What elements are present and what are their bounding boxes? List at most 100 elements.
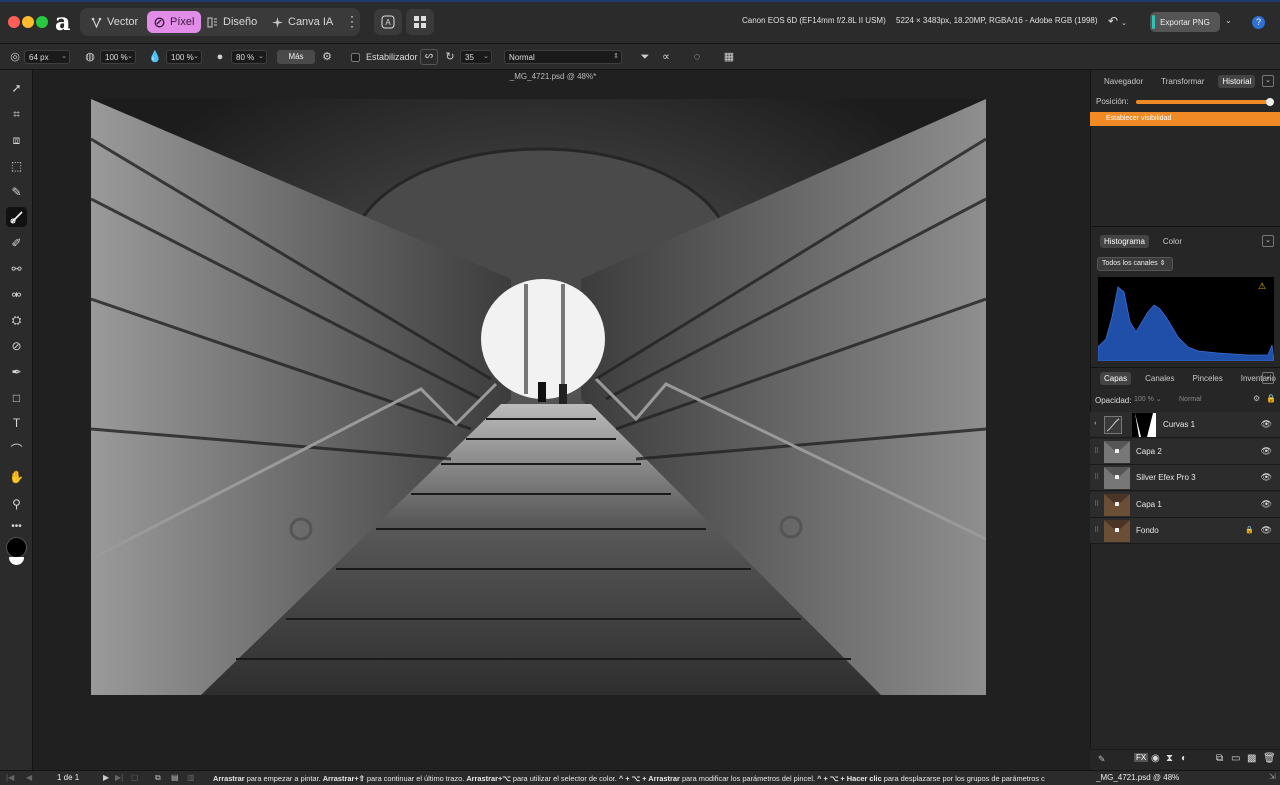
more-options-icon[interactable]: ⋮: [345, 13, 359, 31]
export-png-button[interactable]: Exportar PNG: [1150, 12, 1220, 32]
lock-icon[interactable]: 🔒: [1266, 394, 1276, 403]
artboard-tool-icon[interactable]: ⧈: [6, 130, 27, 150]
eye-icon[interactable]: 👁: [1261, 499, 1272, 510]
tab-historial[interactable]: Historial: [1218, 74, 1256, 88]
close-window-button[interactable]: [8, 16, 20, 28]
zoom-tool-icon[interactable]: ⚲: [6, 494, 27, 514]
eye-icon[interactable]: 👁: [1261, 525, 1272, 536]
tab-navegador[interactable]: Navegador: [1100, 75, 1147, 88]
drag-handle-icon[interactable]: ⠿: [1094, 500, 1099, 508]
opacity-field[interactable]: 100 % ⌄: [100, 50, 136, 64]
move-tool-icon[interactable]: ➚: [6, 78, 27, 98]
layer-settings-icon[interactable]: ⚙: [1253, 394, 1260, 403]
page-view-icon-3[interactable]: ▥: [187, 773, 195, 782]
paint-brush-tool-icon[interactable]: [6, 207, 27, 227]
pixel-layer-icon[interactable]: ▩: [1247, 753, 1256, 764]
pen-tool-icon[interactable]: ✒: [6, 362, 27, 382]
layers-collapse-icon[interactable]: ⌄: [1262, 372, 1274, 384]
persona-canva-ai[interactable]: Canva IA: [265, 11, 340, 33]
undo-icon[interactable]: ↶ ⌄: [1108, 14, 1127, 28]
next-page-icon[interactable]: ▶: [103, 773, 109, 782]
layer-visibility-dot[interactable]: ◐: [1094, 420, 1098, 427]
flow-field[interactable]: 100 % ⌄: [166, 50, 202, 64]
mask-icon[interactable]: ◉: [1151, 753, 1160, 764]
history-entry-selected[interactable]: Establecer visibilidad: [1090, 112, 1280, 126]
layer-opacity-field[interactable]: 100 % ⌄: [1132, 393, 1172, 406]
histogram-collapse-icon[interactable]: ⌄: [1262, 235, 1274, 247]
channel-select[interactable]: Todos los canales ⇕: [1097, 257, 1173, 271]
hardness-field[interactable]: 80 % ⌄: [231, 50, 267, 64]
more-tools-icon[interactable]: •••: [6, 516, 27, 536]
eye-icon[interactable]: 👁: [1261, 446, 1272, 457]
live-filter-icon[interactable]: ◐: [1181, 753, 1187, 764]
trash-icon[interactable]: 🗑: [1263, 753, 1276, 764]
rectangle-tool-icon[interactable]: □: [6, 388, 27, 408]
rope-mode-icon[interactable]: ᔕ: [420, 49, 438, 65]
zoom-window-button[interactable]: [36, 16, 48, 28]
history-slider-thumb[interactable]: [1266, 98, 1274, 106]
prev-page-icon[interactable]: ◀: [26, 773, 32, 782]
tab-color[interactable]: Color: [1159, 235, 1186, 248]
context-grid-icon[interactable]: ▦: [722, 50, 736, 64]
stabilizer-checkbox[interactable]: [351, 53, 360, 62]
healing-tool-icon[interactable]: ⊘: [6, 336, 27, 356]
symmetry-icon[interactable]: ◌: [690, 50, 704, 64]
duplicate-layer-icon[interactable]: ⧉: [1216, 753, 1223, 764]
document-image[interactable]: [91, 99, 986, 695]
stabilizer-value-field[interactable]: 35 ⌄: [460, 50, 492, 64]
page-view-icon-2[interactable]: ▤: [171, 773, 179, 782]
tab-pinceles[interactable]: Pinceles: [1188, 372, 1226, 385]
hand-tool-icon[interactable]: ✋: [6, 467, 27, 487]
app-logo[interactable]: a: [55, 10, 75, 34]
tab-canales[interactable]: Canales: [1141, 372, 1178, 385]
brush-settings-icon[interactable]: ⚙: [320, 50, 334, 64]
layer-row[interactable]: ⠿ Fondo 🔒 👁: [1090, 518, 1280, 544]
first-page-icon[interactable]: |◀: [6, 773, 14, 782]
eye-icon[interactable]: 👁: [1261, 472, 1272, 483]
layer-row[interactable]: ⠿ Capa 1 👁: [1090, 492, 1280, 518]
secondary-color-swatch[interactable]: [9, 557, 24, 565]
resize-grip-icon[interactable]: ⇲: [1269, 772, 1276, 781]
persona-layout[interactable]: Diseño: [200, 11, 264, 33]
eye-icon[interactable]: 👁: [1261, 419, 1272, 430]
history-collapse-icon[interactable]: ⌄: [1262, 75, 1274, 87]
tab-transformar[interactable]: Transformar: [1157, 75, 1208, 88]
blend-mode-select[interactable]: Normal ⇕: [504, 50, 622, 64]
more-button[interactable]: Más: [277, 50, 315, 64]
dodge-brush-icon[interactable]: ⚯: [6, 259, 27, 279]
text-tool-icon[interactable]: T: [6, 413, 27, 433]
layer-row[interactable]: ◐ Curvas 1 👁: [1090, 412, 1280, 438]
tab-histograma[interactable]: Histograma: [1100, 234, 1149, 248]
warning-icon[interactable]: ⚠: [1258, 281, 1266, 292]
erase-brush-icon[interactable]: ✐: [6, 233, 27, 253]
wet-edges-icon[interactable]: ⏷: [638, 50, 652, 64]
edit-icon[interactable]: ✎: [1098, 754, 1106, 765]
window-mode-icon[interactable]: ↻: [443, 50, 457, 64]
group-icon[interactable]: ▭: [1231, 753, 1240, 764]
clone-tool-icon[interactable]: ⛭: [6, 310, 27, 330]
help-button[interactable]: ?: [1252, 16, 1265, 29]
smudge-brush-icon[interactable]: ⚮: [6, 285, 27, 305]
tab-capas[interactable]: Capas: [1100, 371, 1132, 385]
persona-vector[interactable]: Vector: [84, 11, 145, 33]
layer-row[interactable]: ⠿ Capa 2 👁: [1090, 439, 1280, 465]
adjustment-icon[interactable]: ⧗: [1166, 753, 1173, 764]
studio-presets-button[interactable]: [406, 9, 434, 35]
color-picker-icon[interactable]: ⌒: [6, 439, 27, 459]
layer-blend-select[interactable]: Normal: [1176, 393, 1244, 406]
layer-lock-icon[interactable]: 🔒: [1245, 526, 1254, 534]
marquee-tool-icon[interactable]: ⬚: [6, 156, 27, 176]
assistant-button[interactable]: A: [374, 9, 402, 35]
crop-tool-icon[interactable]: ⌗: [6, 104, 27, 124]
selection-brush-icon[interactable]: ✎: [6, 182, 27, 202]
drag-handle-icon[interactable]: ⠿: [1094, 526, 1099, 534]
primary-color-swatch[interactable]: [6, 537, 27, 558]
layer-row[interactable]: ⠿ Silver Efex Pro 3 👁: [1090, 465, 1280, 491]
drag-handle-icon[interactable]: ⠿: [1094, 447, 1099, 455]
brush-width-field[interactable]: 64 px ⌄: [24, 50, 70, 64]
last-page-icon[interactable]: ▶|: [115, 773, 123, 782]
minimize-window-button[interactable]: [22, 16, 34, 28]
page-spread-icon[interactable]: ▢: [131, 773, 139, 782]
fx-icon[interactable]: FX: [1134, 753, 1149, 762]
drag-handle-icon[interactable]: ⠿: [1094, 473, 1099, 481]
